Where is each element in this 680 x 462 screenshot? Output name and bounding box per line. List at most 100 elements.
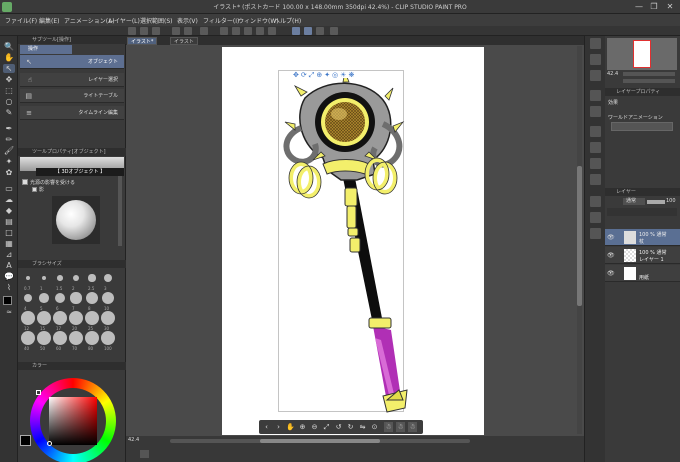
pencil-tool-icon[interactable]: ✏ — [3, 135, 15, 144]
deselect-icon[interactable] — [232, 27, 240, 35]
subtool-timeline-edit[interactable]: ≡ タイムライン編集 — [20, 106, 124, 120]
shadow-checkbox[interactable] — [32, 187, 37, 192]
tab-illust-2[interactable]: イラスト — [170, 37, 198, 45]
text-tool-icon[interactable]: A — [3, 261, 15, 270]
zoom-readout[interactable]: 42.4 — [128, 437, 139, 443]
eyedropper-tool-icon[interactable]: ✎ — [3, 108, 15, 117]
fill-tool-icon[interactable]: ◆ — [3, 206, 15, 215]
snap-ruler-icon[interactable] — [292, 27, 300, 35]
color-picker-handle[interactable] — [47, 441, 52, 446]
info-icon[interactable] — [590, 70, 601, 81]
material-c-icon[interactable] — [590, 158, 601, 169]
material-icon[interactable] — [590, 126, 601, 137]
open-file-icon[interactable] — [140, 27, 148, 35]
brush-size-dot[interactable] — [23, 293, 33, 303]
history-icon[interactable] — [590, 90, 601, 101]
pen-tool-icon[interactable]: ✒ — [3, 124, 15, 133]
redo-icon[interactable] — [184, 27, 192, 35]
subtool-layer-select[interactable]: ☝ レイヤー選択 — [20, 73, 124, 87]
minimize-button[interactable]: — — [633, 2, 645, 11]
expand-selection-icon[interactable] — [256, 27, 264, 35]
fit-icon[interactable]: ⤢ — [322, 422, 331, 432]
brush-size-dot[interactable] — [85, 331, 99, 345]
menu-filter[interactable]: フィルター(I) — [203, 16, 239, 25]
brush-size-dot[interactable] — [26, 276, 30, 280]
selection-tool-icon[interactable]: ⬚ — [3, 86, 15, 95]
layer-row-paper[interactable]: 👁 用紙 — [605, 265, 680, 282]
zoom-tool-icon[interactable]: 🔍 — [3, 42, 15, 51]
flip-icon[interactable]: ⇋ — [358, 422, 367, 432]
zoom-out-icon[interactable]: ⊖ — [310, 422, 319, 432]
brush-size-dot[interactable] — [41, 275, 47, 281]
airbrush-tool-icon[interactable]: ✦ — [3, 157, 15, 166]
main-color-swatch[interactable] — [3, 296, 12, 305]
material-d-icon[interactable] — [590, 174, 601, 185]
hand-icon[interactable]: ✋ — [286, 422, 295, 432]
brush-size-dot[interactable] — [69, 331, 83, 345]
brush-size-dot[interactable] — [72, 274, 80, 282]
pose-c-icon[interactable]: ☃ — [408, 422, 417, 432]
brush-size-dot[interactable] — [101, 291, 115, 305]
brush-tool-icon[interactable]: 🖌 — [3, 146, 15, 155]
brush-size-dot[interactable] — [101, 331, 115, 345]
decoration-tool-icon[interactable]: ✿ — [3, 168, 15, 177]
menu-window[interactable]: ウィンドウ(W) — [238, 16, 279, 25]
layer-row-staff[interactable]: 👁 100 % 通常 杖 — [605, 229, 680, 246]
navigator-zoom-value[interactable]: 42.4 — [607, 71, 618, 77]
snap-grid-icon[interactable] — [316, 27, 324, 35]
brush-size-dot[interactable] — [39, 293, 49, 303]
subtool-group-tab[interactable]: 操作 — [20, 45, 72, 54]
pose-a-icon[interactable]: ☃ — [384, 422, 393, 432]
staff-3d-object[interactable] — [265, 78, 415, 418]
transform-icon[interactable] — [220, 27, 228, 35]
visibility-eye-icon[interactable]: 👁 — [607, 252, 615, 259]
color-main-swatch[interactable] — [20, 435, 31, 446]
statusbar-button-icon[interactable] — [140, 450, 149, 458]
brush-size-dot[interactable] — [69, 311, 83, 325]
ruler-tool-icon[interactable]: ⊿ — [3, 250, 15, 259]
move-layer-tool-icon[interactable]: ✥ — [3, 75, 15, 84]
scroll-thumb[interactable] — [260, 439, 380, 443]
prev-icon[interactable]: ‹ — [262, 422, 271, 432]
brush-size-dot[interactable] — [37, 311, 51, 325]
brush-size-dot[interactable] — [104, 274, 112, 282]
autoaction-icon[interactable] — [590, 106, 601, 117]
blend-tool-icon[interactable]: ☁ — [3, 195, 15, 204]
zoom-in-icon[interactable]: ⊕ — [298, 422, 307, 432]
menu-view[interactable]: 表示(V) — [177, 16, 198, 25]
opacity-value[interactable]: 100 — [666, 198, 676, 204]
brush-size-dot[interactable] — [53, 311, 67, 325]
menu-edit[interactable]: 編集(E) — [39, 16, 59, 25]
brush-size-dot[interactable] — [85, 311, 99, 325]
figure-tool-icon[interactable]: □ — [3, 228, 15, 237]
saturation-value-square[interactable] — [49, 397, 97, 445]
brush-size-dot[interactable] — [70, 292, 82, 304]
layer-icon[interactable] — [590, 228, 601, 239]
brush-size-dot[interactable] — [37, 331, 51, 345]
close-button[interactable]: ✕ — [664, 2, 676, 11]
snap-special-ruler-icon[interactable] — [304, 27, 312, 35]
invert-selection-icon[interactable] — [244, 27, 252, 35]
lasso-tool-icon[interactable]: ○ — [3, 97, 15, 106]
visibility-eye-icon[interactable]: 👁 — [607, 234, 615, 241]
brush-size-dot[interactable] — [21, 311, 35, 325]
undo-icon[interactable] — [172, 27, 180, 35]
light-source-checkbox[interactable] — [22, 179, 28, 185]
subtool-object[interactable]: ↖ オブジェクト — [20, 55, 124, 69]
blend-mode-select[interactable]: 通常 — [623, 198, 645, 205]
rotate-right-icon[interactable]: ↻ — [346, 422, 355, 432]
navigator-rotate-slider[interactable] — [623, 79, 675, 83]
subtool-light-table[interactable]: ▤ ライトテーブル — [20, 89, 124, 103]
world-animation-button[interactable] — [611, 122, 673, 131]
brush-size-dot[interactable] — [21, 331, 35, 345]
material-b-icon[interactable] — [590, 142, 601, 153]
operation-tool-icon[interactable]: ↖ — [3, 64, 15, 73]
vertical-scroll-thumb[interactable] — [577, 166, 582, 306]
shrink-selection-icon[interactable] — [268, 27, 276, 35]
navigator-zoom-slider[interactable] — [623, 72, 675, 76]
menu-file[interactable]: ファイル(F) — [5, 16, 37, 25]
reset-icon[interactable]: ⊙ — [370, 422, 379, 432]
vertical-scrollbar[interactable] — [577, 46, 582, 434]
maximize-button[interactable]: ❐ — [648, 2, 660, 11]
eraser-tool-icon[interactable]: ▭ — [3, 184, 15, 193]
